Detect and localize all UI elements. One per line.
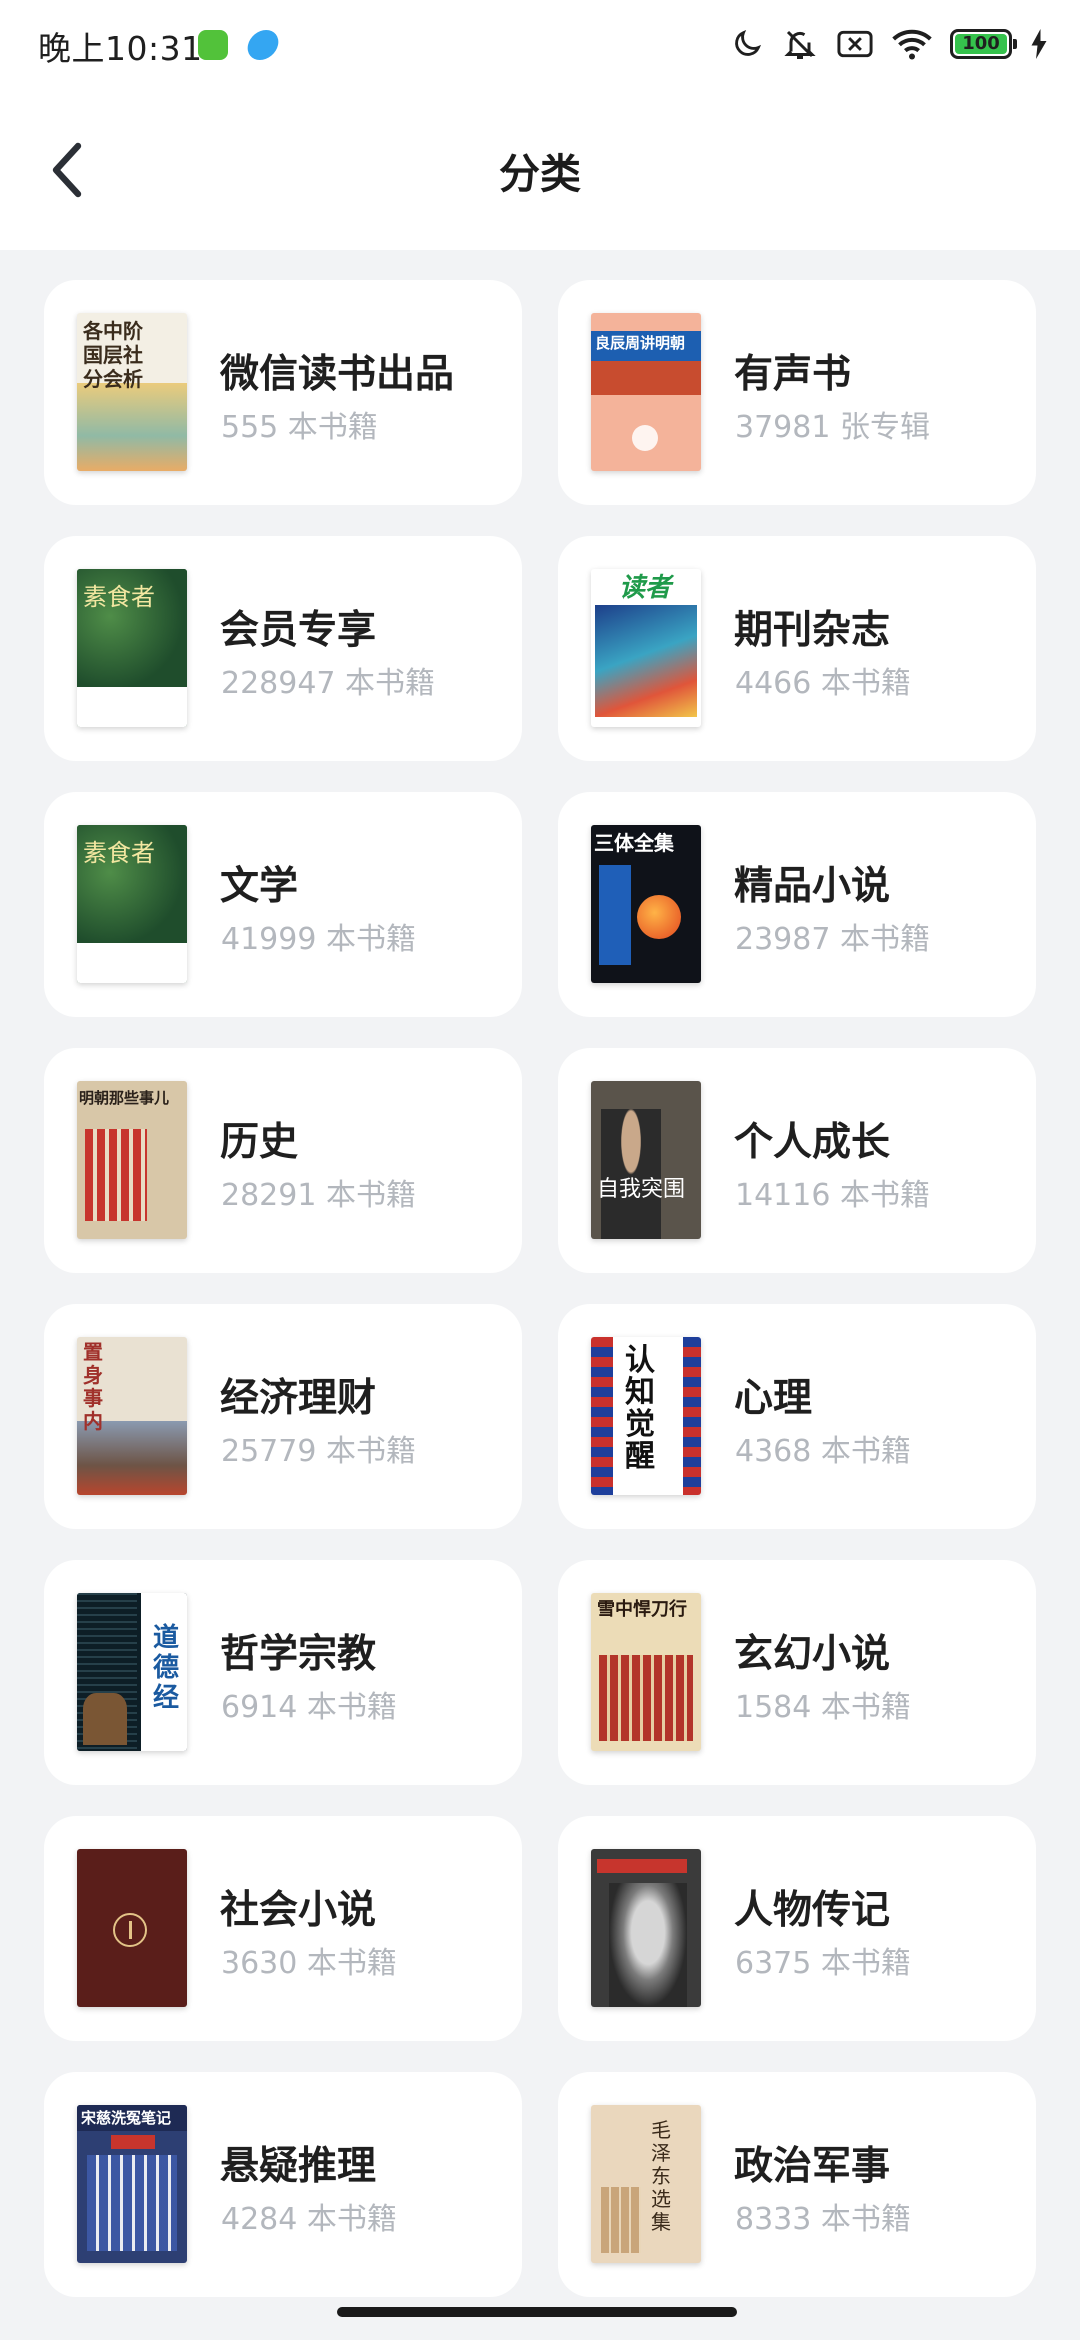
book-cover-vegetarian-icon: 素食者 [77, 825, 187, 983]
category-name: 玄幻小说 [734, 1632, 891, 1677]
cover-title: 素食者 [83, 583, 155, 611]
category-card[interactable]: 雪中悍刀行 玄幻小说 1584 本书籍 [558, 1560, 1036, 1785]
category-name: 微信读书出品 [220, 352, 455, 397]
book-cover-biography-icon [591, 1849, 701, 2007]
status-icons: 100 [730, 22, 1048, 66]
cover-title: 认知觉醒 [625, 1343, 655, 1474]
page-title: 分类 [499, 150, 581, 198]
category-name: 有声书 [734, 352, 852, 397]
book-cover-social-novel-icon [77, 1849, 187, 2007]
book-cover-politics-icon: 毛泽东选集 [591, 2105, 701, 2263]
book-cover-ming-dynasty-icon: 明朝那些事儿 [77, 1081, 187, 1239]
cover-title: 置身事内 [83, 1340, 103, 1433]
category-card[interactable]: 各中阶国层社分会析 微信读书出品 555 本书籍 [44, 280, 522, 505]
category-card[interactable]: 素食者 会员专享 228947 本书籍 [44, 536, 522, 761]
cover-title: 道德经 [153, 1623, 180, 1713]
category-card[interactable]: 社会小说 3630 本书籍 [44, 1816, 522, 2041]
category-card[interactable]: 置身事内 经济理财 25779 本书籍 [44, 1304, 522, 1529]
category-name: 期刊杂志 [734, 608, 891, 653]
category-count: 41999 本书籍 [221, 922, 416, 957]
category-name: 社会小说 [220, 1888, 377, 1933]
cover-title: 明朝那些事儿 [79, 1089, 170, 1107]
category-card[interactable]: 自我突围 个人成长 14116 本书籍 [558, 1048, 1036, 1273]
book-cover-self-breakthrough-icon: 自我突围 [591, 1081, 701, 1239]
category-name: 个人成长 [734, 1120, 891, 1165]
category-card[interactable]: 良辰周讲明朝 有声书 37981 张专辑 [558, 280, 1036, 505]
category-name: 哲学宗教 [220, 1632, 377, 1677]
book-cover-fantasy-icon: 雪中悍刀行 [591, 1593, 701, 1751]
category-count: 3630 本书籍 [221, 1946, 397, 1981]
cover-title: 各中阶国层社分会析 [83, 319, 143, 391]
category-card[interactable]: 读者 期刊杂志 4466 本书籍 [558, 536, 1036, 761]
home-indicator[interactable] [337, 2307, 737, 2317]
cover-title: 良辰周讲明朝 [595, 334, 686, 352]
category-count: 6375 本书籍 [735, 1946, 911, 1981]
category-count: 228947 本书籍 [221, 666, 436, 701]
cover-title: 毛泽东选集 [651, 2118, 671, 2234]
status-bar: 晚上10:31 100 [0, 0, 1080, 92]
cover-title: 素食者 [83, 839, 155, 867]
category-name: 悬疑推理 [220, 2144, 377, 2189]
category-name: 人物传记 [734, 1888, 891, 1933]
category-name: 历史 [220, 1120, 299, 1165]
category-grid: 各中阶国层社分会析 微信读书出品 555 本书籍 良辰周讲明朝 有声书 3798… [44, 280, 1036, 2297]
cover-title: 三体全集 [594, 831, 674, 855]
header: 分类 [0, 92, 1080, 250]
category-count: 4466 本书籍 [735, 666, 911, 701]
category-card[interactable]: 毛泽东选集 政治军事 8333 本书籍 [558, 2072, 1036, 2297]
book-cover-three-body-icon: 三体全集 [591, 825, 701, 983]
book-cover-social-classes-icon: 各中阶国层社分会析 [77, 313, 187, 471]
book-cover-vegetarian-icon: 素食者 [77, 569, 187, 727]
category-count: 4284 本书籍 [221, 2202, 397, 2237]
wifi-icon [892, 29, 932, 60]
category-card[interactable]: 素食者 文学 41999 本书籍 [44, 792, 522, 1017]
category-card[interactable]: 人物传记 6375 本书籍 [558, 1816, 1036, 2041]
moon-icon [735, 29, 762, 56]
book-cover-cognitive-awakening-icon: 认知觉醒 [591, 1337, 701, 1495]
cover-title: 自我突围 [597, 1177, 686, 1202]
category-count: 37981 张专辑 [735, 410, 930, 445]
magazine-cover-duzhe-icon: 读者 [591, 569, 701, 727]
sim-off-icon [837, 30, 873, 58]
category-count: 28291 本书籍 [221, 1178, 416, 1213]
category-count: 4368 本书籍 [735, 1434, 911, 1469]
category-card[interactable]: 明朝那些事儿 历史 28291 本书籍 [44, 1048, 522, 1273]
category-name: 会员专享 [220, 608, 377, 653]
status-time: 晚上10:31 [38, 29, 203, 68]
category-count: 1584 本书籍 [735, 1690, 911, 1725]
android-app-icon [198, 30, 228, 60]
category-name: 经济理财 [220, 1376, 377, 1421]
cover-title: 读者 [619, 573, 672, 603]
category-count: 25779 本书籍 [221, 1434, 416, 1469]
category-name: 心理 [734, 1376, 813, 1421]
category-name: 文学 [220, 864, 299, 909]
feather-app-icon [244, 30, 282, 60]
bell-off-icon [784, 30, 816, 59]
category-name: 政治军事 [734, 2144, 891, 2189]
book-cover-mystery-icon: 宋慈洗冤笔记 [77, 2105, 187, 2263]
category-card[interactable]: 认知觉醒 心理 4368 本书籍 [558, 1304, 1036, 1529]
battery-level: 100 [955, 34, 1007, 54]
category-count: 23987 本书籍 [735, 922, 930, 957]
book-cover-tao-te-ching-icon: 道德经 [77, 1593, 187, 1751]
category-count: 6914 本书籍 [221, 1690, 397, 1725]
cover-title: 宋慈洗冤笔记 [81, 2109, 172, 2127]
audiobook-cover-icon: 良辰周讲明朝 [591, 313, 701, 471]
cover-title: 雪中悍刀行 [597, 1599, 687, 1620]
category-count: 555 本书籍 [221, 410, 378, 445]
category-count: 14116 本书籍 [735, 1178, 930, 1213]
category-card[interactable]: 道德经 哲学宗教 6914 本书籍 [44, 1560, 522, 1785]
book-cover-economics-icon: 置身事内 [77, 1337, 187, 1495]
category-card[interactable]: 三体全集 精品小说 23987 本书籍 [558, 792, 1036, 1017]
category-count: 8333 本书籍 [735, 2202, 911, 2237]
category-card[interactable]: 宋慈洗冤笔记 悬疑推理 4284 本书籍 [44, 2072, 522, 2297]
charging-icon [1031, 29, 1047, 59]
battery-icon: 100 [950, 29, 1017, 59]
category-name: 精品小说 [734, 864, 891, 909]
